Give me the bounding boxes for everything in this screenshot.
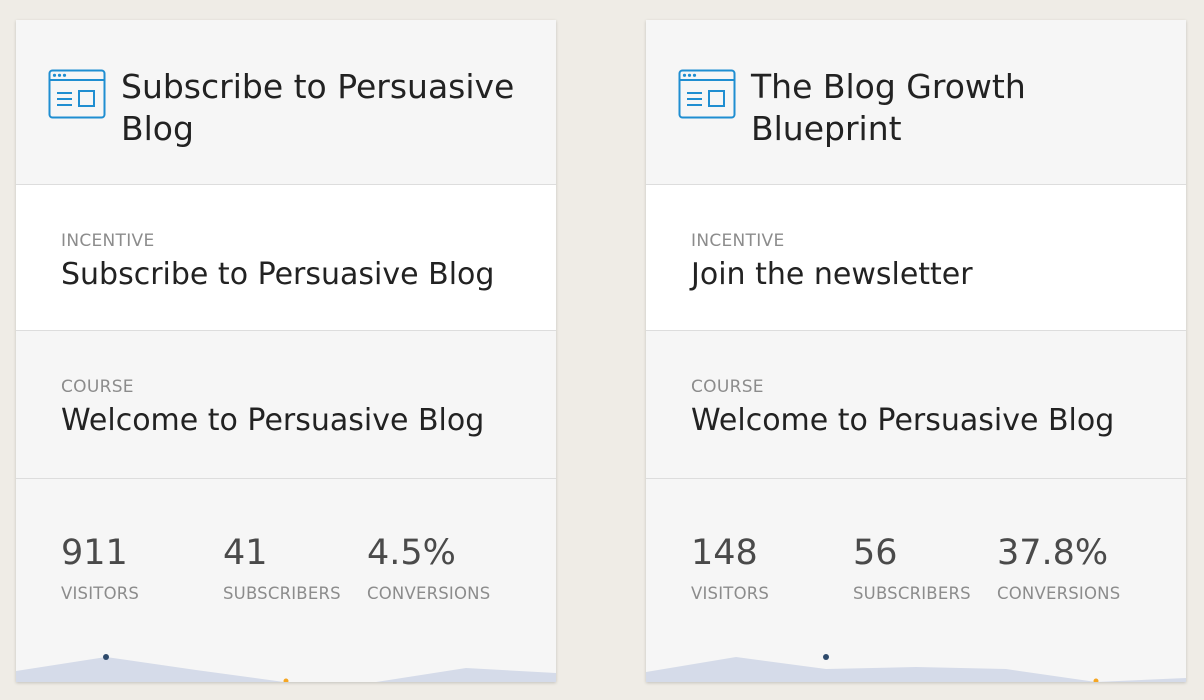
course-value: Welcome to Persuasive Blog <box>691 403 1115 438</box>
incentive-section[interactable]: INCENTIVE Join the newsletter <box>646 185 1186 331</box>
card-title[interactable]: The Blog Growth Blueprint <box>751 66 1166 150</box>
stat-value: 41 <box>223 533 268 573</box>
stat-visitors: 911 VISITORS <box>61 532 139 603</box>
stat-subscribers: 41 SUBSCRIBERS <box>223 532 341 603</box>
course-label: COURSE <box>61 377 134 397</box>
stat-value: 148 <box>691 533 758 573</box>
stats-section: 911 VISITORS 41 SUBSCRIBERS 4.5% CONVERS… <box>16 479 556 682</box>
incentive-label: INCENTIVE <box>691 231 785 251</box>
stat-value: 4.5% <box>367 533 456 573</box>
card-title[interactable]: Subscribe to Persuasive Blog <box>121 66 536 150</box>
form-card[interactable]: The Blog Growth Blueprint INCENTIVE Join… <box>646 20 1186 682</box>
incentive-value: Join the newsletter <box>691 257 973 292</box>
course-value: Welcome to Persuasive Blog <box>61 403 485 438</box>
sparkline-accent-point <box>1093 678 1099 682</box>
stat-conversions: 4.5% CONVERSIONS <box>367 532 490 603</box>
sparkline-chart <box>646 654 1186 682</box>
stat-value: 911 <box>61 533 128 573</box>
card-header: Subscribe to Persuasive Blog <box>16 20 556 185</box>
form-card[interactable]: Subscribe to Persuasive Blog INCENTIVE S… <box>16 20 556 682</box>
stats-section: 148 VISITORS 56 SUBSCRIBERS 37.8% CONVER… <box>646 479 1186 682</box>
incentive-value: Subscribe to Persuasive Blog <box>61 257 495 292</box>
incentive-section[interactable]: INCENTIVE Subscribe to Persuasive Blog <box>16 185 556 331</box>
stat-label: VISITORS <box>61 584 140 603</box>
incentive-label: INCENTIVE <box>61 231 155 251</box>
card-header: The Blog Growth Blueprint <box>646 20 1186 185</box>
course-section[interactable]: COURSE Welcome to Persuasive Blog <box>646 331 1186 479</box>
sparkline-point <box>103 654 109 660</box>
stat-conversions: 37.8% CONVERSIONS <box>997 532 1120 603</box>
stat-label: SUBSCRIBERS <box>853 584 971 603</box>
sparkline-accent-point <box>283 678 289 682</box>
stat-label: CONVERSIONS <box>997 584 1121 603</box>
stat-visitors: 148 VISITORS <box>691 532 769 603</box>
browser-window-icon <box>678 69 736 119</box>
sparkline-area <box>16 657 556 682</box>
stat-label: SUBSCRIBERS <box>223 584 341 603</box>
stat-label: VISITORS <box>691 584 770 603</box>
browser-window-icon <box>48 69 106 119</box>
course-label: COURSE <box>691 377 764 397</box>
stat-label: CONVERSIONS <box>367 584 491 603</box>
stat-value: 56 <box>853 533 898 573</box>
course-section[interactable]: COURSE Welcome to Persuasive Blog <box>16 331 556 479</box>
stat-value: 37.8% <box>997 533 1109 573</box>
sparkline-chart <box>16 654 556 682</box>
sparkline-point <box>823 654 829 660</box>
stat-subscribers: 56 SUBSCRIBERS <box>853 532 971 603</box>
sparkline-area <box>646 657 1186 682</box>
